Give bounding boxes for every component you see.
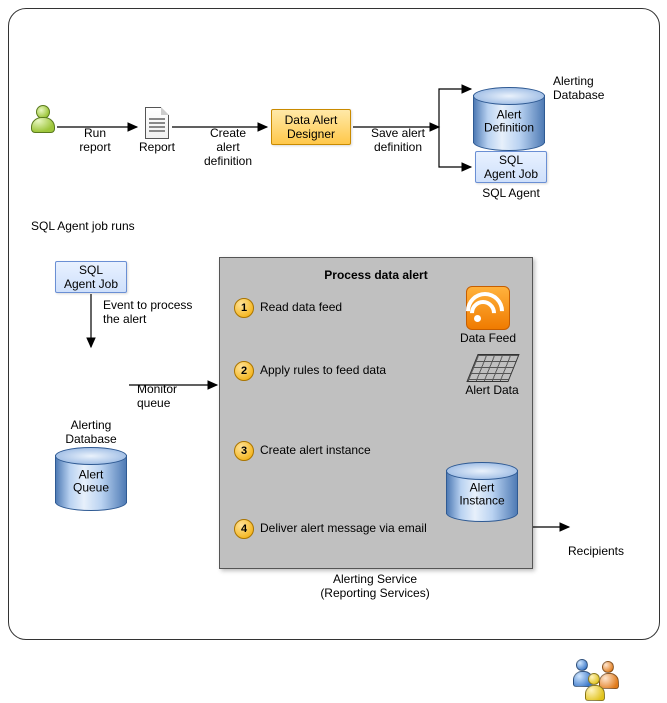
alerting-database-label-top: Alerting Database (553, 75, 613, 103)
sql-agent-label: SQL Agent (475, 187, 547, 201)
process-data-alert-panel: Process data alert 1 Read data feed Data… (219, 257, 533, 569)
alert-queue-db-icon: Alert Queue (55, 447, 127, 511)
alerting-database-label-mid: Alerting Database (51, 419, 131, 447)
step-4-text: Deliver alert message via email (260, 521, 427, 535)
run-report-label: Run report (65, 127, 125, 155)
save-alert-def-label: Save alert definition (361, 127, 435, 155)
grid-icon (466, 354, 519, 382)
rss-icon (466, 286, 510, 330)
data-alert-designer-box: Data Alert Designer (271, 109, 351, 145)
report-icon (145, 107, 169, 139)
step-3-text: Create alert instance (260, 443, 371, 457)
create-alert-def-label: Create alert definition (193, 127, 263, 168)
step-4-number: 4 (234, 519, 254, 539)
step-2-number: 2 (234, 361, 254, 381)
recipients-icon (569, 659, 621, 703)
sql-agent-job-runs-heading: SQL Agent job runs (31, 219, 135, 233)
alert-instance-db-label: Alert Instance (446, 481, 518, 507)
monitor-queue-label: Monitor queue (137, 383, 197, 411)
data-feed-label: Data Feed (454, 332, 522, 346)
step-1-text: Read data feed (260, 300, 342, 314)
step-2-text: Apply rules to feed data (260, 363, 386, 377)
alert-instance-db-icon: Alert Instance (446, 462, 518, 522)
step-1-number: 1 (234, 298, 254, 318)
diagram-panel: Run report Report Create alert definitio… (8, 8, 660, 640)
alert-queue-db-label: Alert Queue (55, 468, 127, 494)
alert-data-label: Alert Data (458, 384, 526, 398)
step-3-number: 3 (234, 441, 254, 461)
sql-agent-job-box-top: SQL Agent Job (475, 151, 547, 183)
sql-agent-job-box-mid: SQL Agent Job (55, 261, 127, 293)
report-label: Report (135, 141, 179, 155)
recipients-label: Recipients (561, 545, 631, 559)
diagram-frame: Run report Report Create alert definitio… (0, 0, 667, 647)
event-to-process-label: Event to process the alert (103, 299, 213, 327)
alert-definition-db-label: Alert Definition (473, 108, 545, 134)
user-icon (31, 105, 55, 133)
alert-definition-db-icon: Alert Definition (473, 87, 545, 151)
process-panel-title: Process data alert (220, 268, 532, 282)
alerting-service-caption: Alerting Service (Reporting Services) (219, 573, 531, 601)
